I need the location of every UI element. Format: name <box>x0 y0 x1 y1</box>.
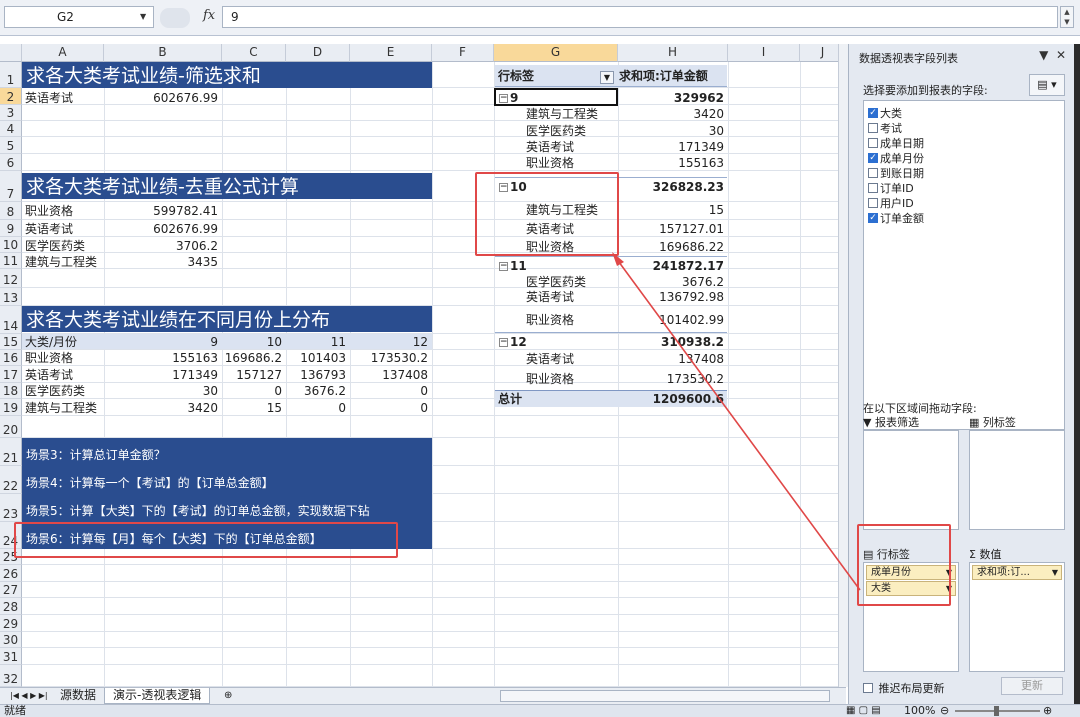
annotation-arrow-head <box>612 252 624 266</box>
annotation-arrow-line <box>615 257 861 591</box>
annotation-arrow <box>612 252 861 591</box>
